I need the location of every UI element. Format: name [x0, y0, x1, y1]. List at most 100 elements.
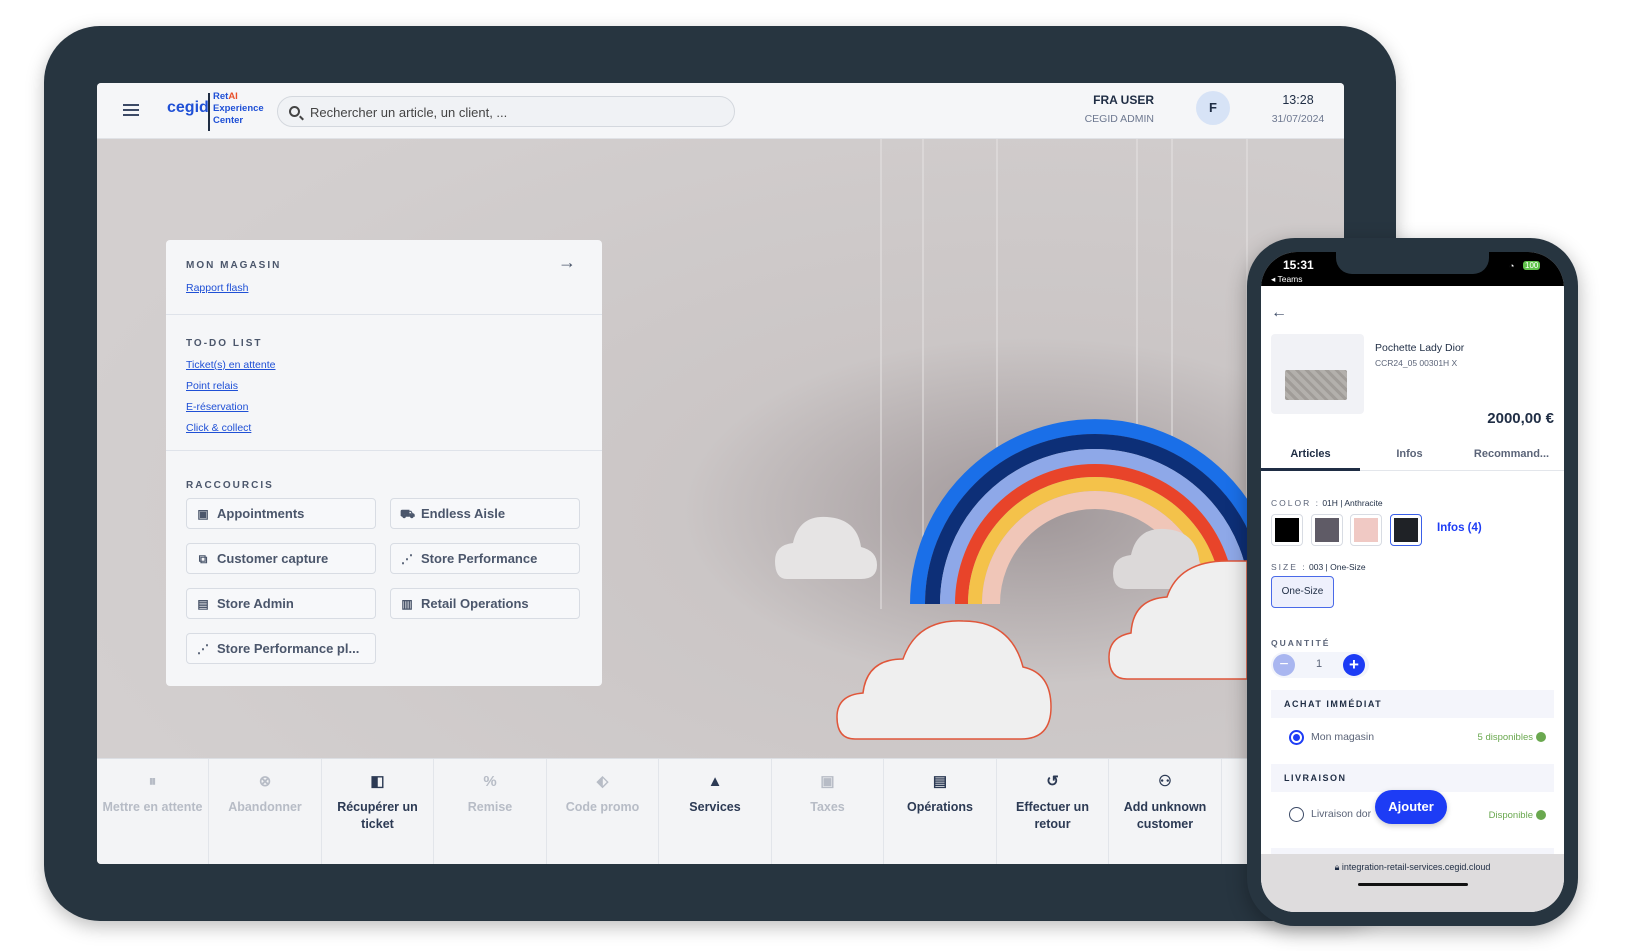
shortcut-store-admin[interactable]: ▤ Store Admin — [186, 588, 376, 619]
toolbar-button-terminal[interactable]: ▤ Opérations — [885, 759, 997, 864]
undo-icon: ↺ — [1046, 773, 1059, 790]
link-click-collect[interactable]: Click & collect — [186, 422, 251, 434]
product-name: Pochette Lady Dior — [1375, 342, 1465, 354]
link-point-relais[interactable]: Point relais — [186, 380, 238, 392]
infos-link[interactable]: Infos (4) — [1437, 522, 1482, 534]
menu-icon[interactable] — [123, 104, 139, 116]
toolbar-button-add-user[interactable]: ⚇ Add unknown customer — [1110, 759, 1222, 864]
section-todo: TO-DO LIST Ticket(s) en attente Point re… — [166, 315, 602, 451]
search-input[interactable]: Rechercher un article, un client, ... — [277, 96, 735, 127]
add-user-icon: ⚇ — [1158, 773, 1172, 790]
tab-infos[interactable]: Infos — [1360, 448, 1459, 460]
radio-mon-magasin-selected[interactable] — [1289, 730, 1304, 745]
tab-articles[interactable]: Articles — [1261, 448, 1360, 460]
document-check-icon: ▥ — [401, 597, 413, 611]
product-price: 2000,00 € — [1487, 410, 1554, 427]
shortcut-retail-operations[interactable]: ▥ Retail Operations — [390, 588, 580, 619]
toolbar-button-retrieve-ticket[interactable]: ◧ Récupérer un ticket — [322, 759, 434, 864]
briefcase-icon: ▣ — [820, 773, 835, 790]
toolbar-label: Services — [689, 800, 741, 814]
quantity-stepper: − 1 + — [1271, 652, 1369, 678]
chart-line-icon: ⋰ — [197, 642, 209, 656]
arrow-right-icon[interactable]: → — [558, 252, 576, 273]
radio-livraison[interactable] — [1289, 807, 1304, 822]
toolbar-button-tag[interactable]: ⬖ Code promo — [547, 759, 659, 864]
link-rapport-flash[interactable]: Rapport flash — [186, 282, 248, 294]
swatch-grey[interactable] — [1311, 514, 1343, 546]
size-label: SIZE : — [1271, 562, 1307, 572]
pos-screen: cegid RetAI Experience Center Rechercher u… — [97, 83, 1344, 864]
toolbar-label: Récupérer un ticket — [337, 800, 418, 831]
active-tab-indicator — [1261, 468, 1360, 471]
add-button[interactable]: Ajouter — [1375, 790, 1447, 824]
delivery-option-label: Livraison dor — [1311, 808, 1372, 820]
back-arrow-icon[interactable]: ← — [1271, 304, 1287, 322]
section-title: MON MAGASIN — [186, 260, 282, 271]
color-label: COLOR : — [1271, 498, 1320, 508]
shortcut-label: Appointments — [217, 506, 305, 521]
shortcut-customer-capture[interactable]: ⧉ Customer capture — [186, 543, 376, 574]
retail-experience-center-logo: RetAI Experience Center — [213, 91, 264, 126]
color-value: 01H | Anthracite — [1322, 498, 1383, 508]
clock-date: 31/07/2024 — [1271, 113, 1325, 125]
toolbar-button-pause[interactable]: ⏸ Mettre en attente — [97, 759, 209, 864]
cart-icon: ⛟ — [400, 507, 416, 521]
check-icon — [1536, 810, 1546, 821]
toolbar-label: Remise — [467, 800, 513, 814]
search-icon — [289, 106, 300, 117]
phone-frame: 15:31 ◂ Teams ◔ 100 ← Pochette Lady Dior… — [1247, 238, 1578, 926]
tab-recommandations[interactable]: Recommand... — [1459, 448, 1564, 460]
wifi-icon: ◔ — [1509, 261, 1515, 271]
lock-icon: 🔒︎ — [1334, 862, 1342, 872]
section-achat-immediat: ACHAT IMMÉDIAT — [1271, 690, 1554, 718]
section-livraison: LIVRAISON — [1271, 764, 1554, 792]
swatch-black[interactable] — [1271, 514, 1303, 546]
toolbar-button-discount[interactable]: % Remise — [435, 759, 547, 864]
decrement-button[interactable]: − — [1273, 654, 1295, 676]
cancel-icon: ⊗ — [258, 773, 272, 790]
section-mon-magasin: MON MAGASIN → Rapport flash — [166, 240, 602, 315]
shortcut-label: Customer capture — [217, 551, 329, 566]
cegid-logo: cegid — [167, 99, 209, 116]
toolbar-label: Opérations — [907, 800, 973, 814]
toolbar-button-briefcase[interactable]: ▣ Taxes — [772, 759, 884, 864]
toolbar-label: Mettre en attente — [102, 800, 203, 814]
section-title: TO-DO LIST — [186, 338, 263, 349]
check-icon — [1536, 732, 1546, 743]
home-indicator — [1357, 883, 1468, 886]
shortcut-store-performance[interactable]: ⋰ Store Performance — [390, 543, 580, 574]
toolbar-button-cancel[interactable]: ⊗ Abandonner — [210, 759, 322, 864]
calendar-icon: ▣ — [197, 507, 209, 521]
size-value: 003 | One-Size — [1309, 562, 1366, 572]
browser-url-bar[interactable]: 🔒︎ integration-retail-services.cegid.clo… — [1261, 854, 1564, 912]
shortcut-label: Store Performance pl... — [217, 641, 360, 656]
shortcut-appointments[interactable]: ▣ Appointments — [186, 498, 376, 529]
shortcut-endless-aisle[interactable]: ⛟ Endless Aisle — [390, 498, 580, 529]
swatch-anthracite-selected[interactable] — [1390, 514, 1422, 546]
home-panel: MON MAGASIN → Rapport flash TO-DO LIST T… — [166, 240, 602, 686]
link-e-reservation[interactable]: E-réservation — [186, 401, 248, 413]
shortcut-store-performance-plus[interactable]: ⋰ Store Performance pl... — [186, 633, 376, 664]
delivery-stock: Disponible — [1488, 810, 1533, 821]
back-to-app[interactable]: ◂ Teams — [1271, 274, 1303, 285]
link-tickets-en-attente[interactable]: Ticket(s) en attente — [186, 359, 275, 371]
section-title: RACCOURCIS — [186, 480, 274, 491]
shortcut-label: Store Admin — [217, 596, 294, 611]
store-option-label: Mon magasin — [1311, 731, 1375, 743]
toolbar-label: Effectuer un retour — [1016, 800, 1089, 831]
toolbar-label: Code promo — [565, 800, 640, 814]
increment-button[interactable]: + — [1343, 654, 1365, 676]
battery-icon: 100 — [1523, 261, 1541, 270]
user-role: CEGID ADMIN — [1084, 113, 1154, 125]
status-bar: 15:31 ◂ Teams ◔ 100 — [1261, 252, 1564, 286]
size-option-one-size[interactable]: One-Size — [1271, 576, 1334, 608]
swatch-pink[interactable] — [1350, 514, 1382, 546]
toolbar-button-bell[interactable]: ▲ Services — [660, 759, 772, 864]
quantity-value[interactable]: 1 — [1309, 658, 1329, 670]
toolbar-button-undo[interactable]: ↺ Effectuer un retour — [997, 759, 1109, 864]
user-name: FRA USER — [1093, 93, 1154, 107]
shortcut-label: Retail Operations — [421, 596, 529, 611]
product-reference: CCR24_05 00301H X — [1375, 358, 1458, 368]
tag-icon: ⬖ — [596, 773, 609, 790]
avatar[interactable]: F — [1196, 91, 1230, 125]
